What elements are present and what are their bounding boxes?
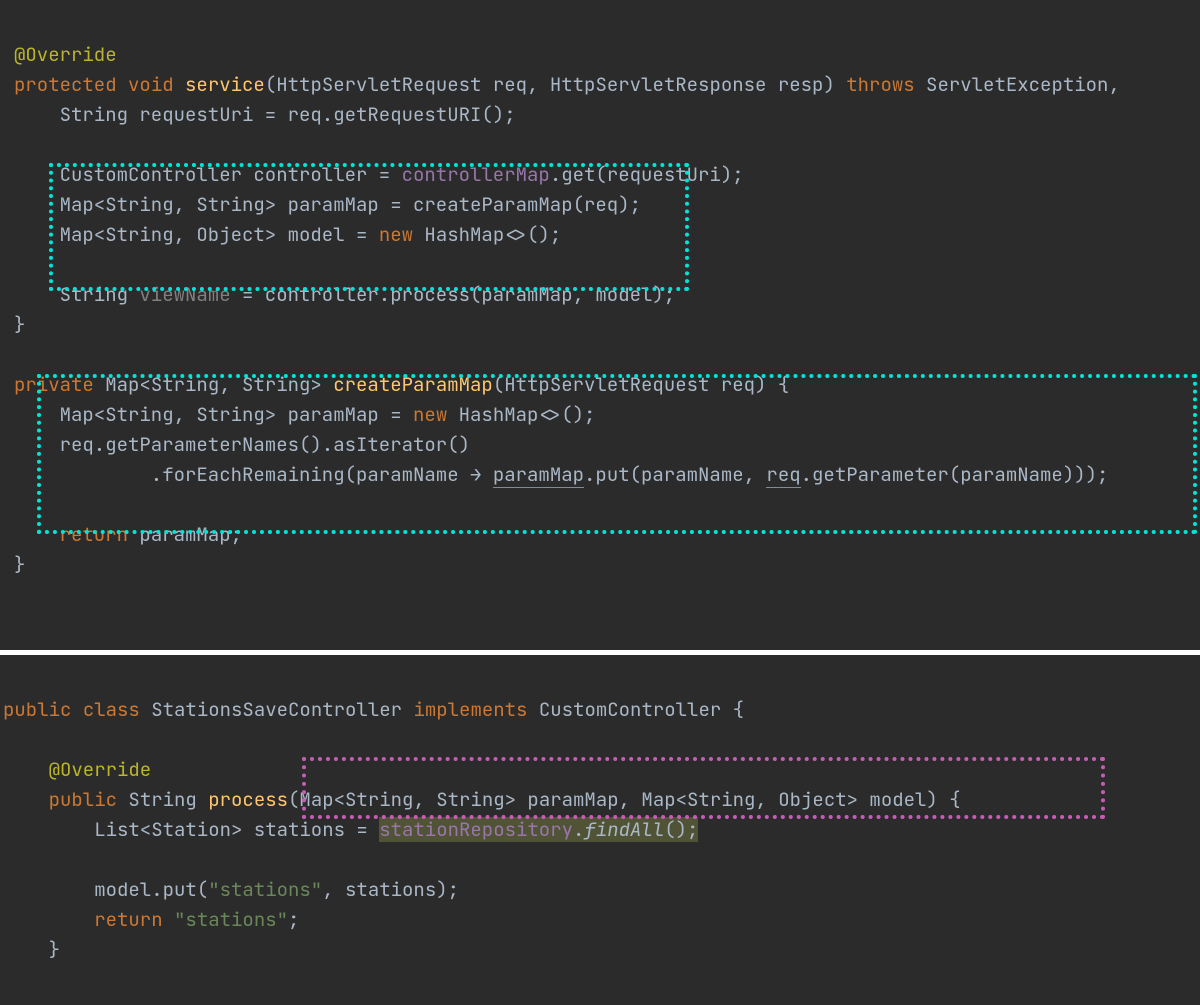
semicolon: ; <box>288 907 299 932</box>
method-createParamMap: createParamMap <box>333 372 493 397</box>
kw-void: void <box>128 72 174 97</box>
annotation: @Override <box>49 757 152 782</box>
brace-close: } <box>14 312 25 337</box>
sig: (Map<String, String> paramMap, Map<Strin… <box>288 787 961 812</box>
code-line: String requestUri = req.getRequestURI(); <box>14 102 516 127</box>
code-line: Map<String, Object> model = <box>14 222 379 247</box>
code-line: model.put( <box>3 877 208 902</box>
code-line: = controller.process(paramMap, model); <box>231 282 676 307</box>
field-controllerMap: controllerMap <box>402 162 550 187</box>
ref-paramMap: paramMap <box>493 462 584 488</box>
method-service: service <box>185 72 265 97</box>
kw-return: return <box>94 907 162 932</box>
brace-close: } <box>14 552 25 577</box>
kw-protected: protected <box>14 72 117 97</box>
call-findAll: findAll <box>584 817 664 842</box>
code-line: .get(requestUri); <box>550 162 744 187</box>
unused-var: viewName <box>139 282 230 307</box>
method-process: process <box>208 787 288 812</box>
string-literal: "stations" <box>174 907 288 932</box>
kw-throws: throws <box>846 72 914 97</box>
sig: (HttpServletRequest req, HttpServletResp… <box>265 72 846 97</box>
code-line: CustomController { <box>527 697 744 722</box>
code-line: Map<String, String> paramMap = createPar… <box>14 192 641 217</box>
code-line: List<Station> stations = <box>3 817 379 842</box>
annotation: @Override <box>14 42 117 67</box>
string-literal: "stations" <box>208 877 322 902</box>
kw-new: new <box>413 402 447 427</box>
kw-new: new <box>379 222 413 247</box>
kw-public: public <box>49 787 117 812</box>
kw-class: class <box>83 697 140 722</box>
code-line: req.getParameterNames().asIterator() <box>14 432 470 457</box>
code-line: HashMap<>(); <box>447 402 595 427</box>
kw-private: private <box>14 372 94 397</box>
sig: (HttpServletRequest req) { <box>493 372 789 397</box>
code-line: HashMap<>(); <box>413 222 561 247</box>
sig: String <box>117 787 208 812</box>
code-line: CustomController controller = <box>14 162 402 187</box>
kw-implements: implements <box>413 697 527 722</box>
brace-close: } <box>3 937 60 962</box>
code-line: String <box>14 282 139 307</box>
kw-public: public <box>3 697 71 722</box>
field-stationRepository: stationRepository <box>379 817 573 842</box>
code-pane-top[interactable]: @Override protected void service(HttpSer… <box>0 0 1200 650</box>
ref-req: req <box>766 462 800 488</box>
code-line: .getParameter(paramName))); <box>801 462 1109 487</box>
dot: . <box>573 817 584 842</box>
kw-return: return <box>60 522 128 547</box>
code-pane-bottom[interactable]: public class StationsSaveController impl… <box>0 655 1200 1005</box>
code-line: .forEachRemaining(paramName → <box>14 462 493 487</box>
space <box>163 907 174 932</box>
code-line: , stations); <box>322 877 459 902</box>
code-line: (); <box>664 817 698 842</box>
tail: ServletException, <box>915 72 1120 97</box>
code-line: paramMap; <box>128 522 242 547</box>
sig: Map<String, String> <box>94 372 333 397</box>
class-name: StationsSaveController <box>140 697 414 722</box>
code-line: Map<String, String> paramMap = <box>14 402 413 427</box>
code-line: .put(paramName, <box>584 462 766 487</box>
